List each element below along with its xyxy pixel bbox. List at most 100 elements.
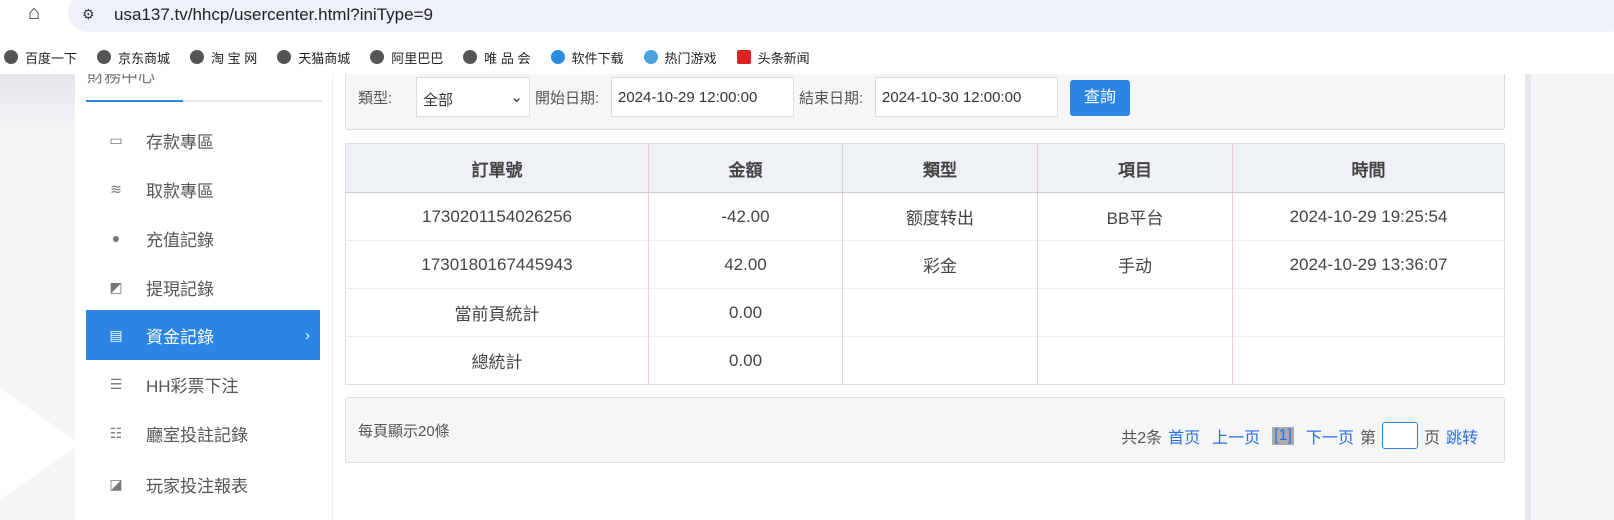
cell: 手动 bbox=[1037, 240, 1233, 289]
start-date-input[interactable]: 2024-10-29 12:00:00 bbox=[611, 77, 794, 117]
page-suffix: 页 bbox=[1423, 429, 1440, 447]
type-select-value: 全部 bbox=[423, 92, 454, 109]
tab-underline bbox=[86, 100, 322, 102]
sidebar-item-player-report[interactable]: ◪ 玩家投注報表 bbox=[86, 459, 320, 509]
cell: 彩金 bbox=[842, 240, 1038, 289]
bookmark[interactable]: 淘 宝 网 bbox=[190, 48, 257, 67]
bookmarks-bar: 百度一下 京东商城 淘 宝 网 天猫商城 阿里巴巴 唯 品 会 软件下载 热门游… bbox=[0, 40, 1614, 74]
list-bullets-icon: ☷ bbox=[109, 424, 123, 441]
site-settings-icon[interactable]: ⚙ bbox=[82, 6, 95, 23]
bookmark[interactable]: 软件下载 bbox=[550, 48, 624, 67]
globe-icon bbox=[97, 50, 112, 64]
bookmark[interactable]: 头条新闻 bbox=[736, 48, 810, 67]
column-header: 訂單號 bbox=[345, 143, 649, 193]
page-prefix: 第 bbox=[1359, 429, 1376, 447]
table-row: 總統計 0.00 bbox=[345, 336, 1505, 385]
sidebar-item-label: 充值記錄 bbox=[146, 230, 214, 250]
cell bbox=[1232, 288, 1505, 337]
browser-toolbar: ⌂ ⚙ usa137.tv/hhcp/usercenter.html?iniTy… bbox=[0, 0, 1614, 40]
pagination: 共2条 首页 上一页 [1] 下一页 第 页 跳转 bbox=[1121, 422, 1484, 449]
game-icon bbox=[643, 50, 658, 64]
list-icon: ☰ bbox=[109, 375, 123, 392]
bookmark[interactable]: 百度一下 bbox=[4, 48, 77, 67]
bookmark-label: 京东商城 bbox=[118, 50, 171, 66]
bookmark[interactable]: 京东商城 bbox=[97, 48, 170, 67]
money-bag-icon: ● bbox=[111, 230, 121, 246]
sidebar-item-label: 提現記錄 bbox=[146, 279, 214, 299]
globe-icon bbox=[277, 50, 292, 64]
scrollbar[interactable] bbox=[1525, 74, 1531, 520]
sidebar: 財務中心 ▭ 存款專區 ≋ 取款專區 ● 充值記錄 ◩ 提現記錄 ▤ 資金記錄 › ☰ HH彩… bbox=[75, 74, 333, 520]
funds-icon: ▤ bbox=[109, 326, 123, 343]
end-date-input[interactable]: 2024-10-30 12:00:00 bbox=[875, 77, 1058, 117]
per-page-text: 每頁顯示20條 bbox=[358, 423, 450, 440]
sidebar-item-withdraw-records[interactable]: ◩ 提現記錄 bbox=[86, 262, 320, 312]
sidebar-item-hall-bet-records[interactable]: ☷ 廳室投註記錄 bbox=[86, 408, 320, 458]
prev-page-link[interactable]: 上一页 bbox=[1212, 424, 1260, 448]
cell: 2024-10-29 13:36:07 bbox=[1232, 240, 1505, 289]
next-page-link[interactable]: 下一页 bbox=[1306, 424, 1354, 448]
cell: BB平台 bbox=[1037, 192, 1233, 241]
chevron-right-icon: › bbox=[305, 326, 310, 344]
background-decoration bbox=[0, 374, 80, 514]
pagination-panel: 每頁顯示20條 共2条 首页 上一页 [1] 下一页 第 页 跳转 bbox=[345, 397, 1505, 463]
cell: -42.00 bbox=[648, 192, 843, 241]
page-jump-input[interactable] bbox=[1381, 422, 1418, 449]
cell: 0.00 bbox=[648, 288, 843, 337]
sidebar-item-label: 玩家投注報表 bbox=[146, 476, 248, 496]
chevron-down-icon: ⌄ bbox=[510, 89, 523, 106]
current-page: [1] bbox=[1272, 426, 1294, 445]
cell: 1730201154026256 bbox=[345, 192, 649, 241]
column-header: 類型 bbox=[842, 143, 1038, 193]
bookmark-label: 头条新闻 bbox=[757, 50, 810, 66]
globe-icon bbox=[370, 50, 385, 64]
cell bbox=[1037, 288, 1233, 337]
column-header: 金額 bbox=[648, 143, 843, 193]
query-button[interactable]: 查詢 bbox=[1070, 80, 1130, 116]
sidebar-item-fund-records[interactable]: ▤ 資金記錄 › bbox=[86, 310, 320, 360]
cell: 當前頁統計 bbox=[345, 288, 649, 337]
column-header: 項目 bbox=[1037, 143, 1233, 193]
main-content: 類型: 全部 ⌄ 開始日期: 2024-10-29 12:00:00 結束日期: … bbox=[333, 74, 1525, 520]
bookmark[interactable]: 天猫商城 bbox=[277, 48, 350, 67]
sidebar-item-label: 資金記錄 bbox=[146, 327, 214, 347]
page: 財務中心 ▭ 存款專區 ≋ 取款專區 ● 充值記錄 ◩ 提現記錄 ▤ 資金記錄 › ☰ HH彩… bbox=[0, 74, 1614, 520]
address-bar[interactable]: ⚙ usa137.tv/hhcp/usercenter.html?iniType… bbox=[68, 0, 1614, 32]
sidebar-item-label: 存款專區 bbox=[146, 132, 214, 152]
globe-icon bbox=[190, 50, 205, 64]
bookmark[interactable]: 阿里巴巴 bbox=[370, 48, 443, 67]
cell bbox=[1232, 336, 1505, 385]
type-select[interactable]: 全部 ⌄ bbox=[416, 77, 530, 117]
bookmark[interactable]: 唯 品 会 bbox=[463, 48, 531, 67]
bookmark[interactable]: 热门游戏 bbox=[643, 48, 717, 67]
sidebar-item-deposit[interactable]: ▭ 存款專區 bbox=[86, 115, 320, 165]
cell: 總統計 bbox=[345, 336, 649, 385]
sidebar-item-withdraw[interactable]: ≋ 取款專區 bbox=[86, 164, 320, 214]
cell: 2024-10-29 19:25:54 bbox=[1232, 192, 1505, 241]
sidebar-item-recharge-records[interactable]: ● 充值記錄 bbox=[86, 213, 320, 263]
bookmark-label: 阿里巴巴 bbox=[391, 50, 444, 66]
background-decoration bbox=[0, 74, 75, 134]
cell: 0.00 bbox=[648, 336, 843, 385]
toutiao-icon bbox=[736, 50, 751, 64]
column-header: 時間 bbox=[1232, 143, 1505, 193]
filter-panel: 類型: 全部 ⌄ 開始日期: 2024-10-29 12:00:00 結束日期: … bbox=[345, 74, 1505, 130]
total-count: 共2条 bbox=[1121, 429, 1163, 447]
cell: 额度转出 bbox=[842, 192, 1038, 241]
cell: 42.00 bbox=[648, 240, 843, 289]
globe-icon bbox=[463, 50, 478, 64]
first-page-link[interactable]: 首页 bbox=[1168, 424, 1200, 448]
cell bbox=[1037, 336, 1233, 385]
sidebar-item-lottery-bets[interactable]: ☰ HH彩票下注 bbox=[86, 359, 320, 409]
url-text[interactable]: usa137.tv/hhcp/usercenter.html?iniType=9 bbox=[114, 5, 433, 25]
home-icon[interactable]: ⌂ bbox=[28, 2, 40, 25]
table-row: 當前頁統計 0.00 bbox=[345, 288, 1505, 337]
table-row: 1730201154026256 -42.00 额度转出 BB平台 2024-10-29… bbox=[345, 192, 1505, 241]
hand-cash-icon: ≋ bbox=[110, 180, 122, 197]
jump-link[interactable]: 跳转 bbox=[1446, 424, 1478, 448]
sidebar-item-label: HH彩票下注 bbox=[146, 376, 239, 396]
sidebar-item-label: 取款專區 bbox=[146, 181, 214, 201]
table-row: 1730180167445943 42.00 彩金 手动 2024-10-29 13:3… bbox=[345, 240, 1505, 289]
cell bbox=[842, 336, 1038, 385]
chart-icon: ◪ bbox=[109, 475, 123, 492]
